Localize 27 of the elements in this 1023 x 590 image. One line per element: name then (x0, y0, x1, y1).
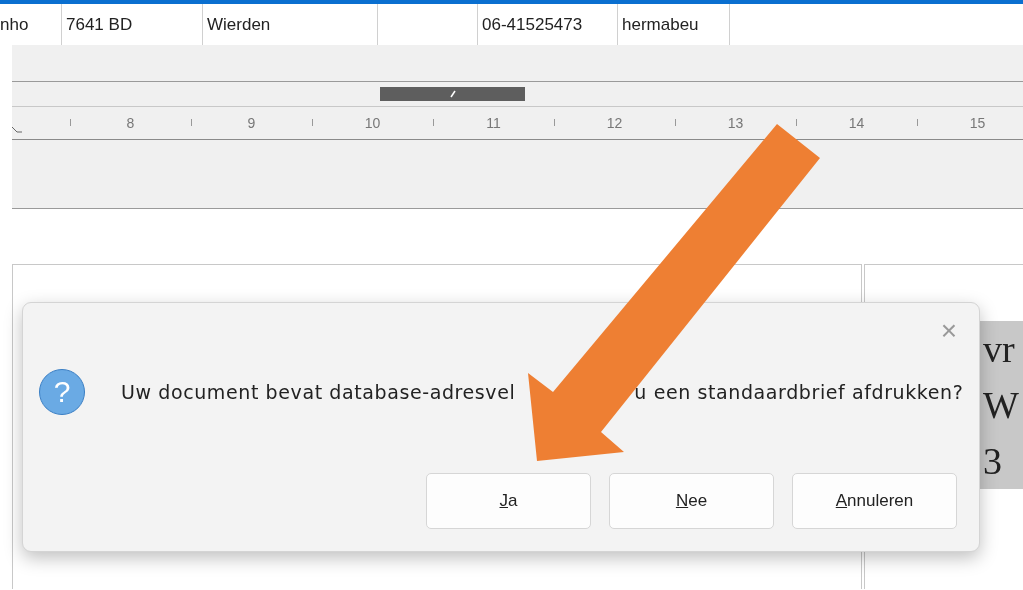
ruler-number: 13 (727, 115, 744, 131)
document-text: vr (983, 327, 1016, 372)
ruler-tick (433, 119, 434, 126)
ruler-tick (917, 119, 918, 126)
dialog-button[interactable]: Annuleren (792, 473, 957, 529)
ruler-number: 8 (126, 115, 135, 131)
document-text: 3 (983, 439, 1003, 484)
ruler-number: 10 (364, 115, 381, 131)
dialog-button[interactable]: Ja (426, 473, 591, 529)
ruler-number: 14 (848, 115, 865, 131)
ruler-tick (191, 119, 192, 126)
ruler-number: 11 (486, 115, 501, 131)
dialog-message: Uw document bevat database-adresvel (121, 381, 516, 403)
document-text: W (983, 383, 1020, 428)
dialog-button[interactable]: Nee (609, 473, 774, 529)
ruler-tick (554, 119, 555, 126)
ruler-number: 9 (247, 115, 256, 131)
ruler-number: 15 (969, 115, 986, 131)
grip-icon (448, 90, 457, 98)
scrollbar-thumb[interactable] (380, 87, 525, 101)
ruler-tick (312, 119, 313, 126)
ruler-number: 12 (606, 115, 623, 131)
question-icon: ? (39, 369, 85, 415)
ruler-tick (796, 119, 797, 126)
ruler-tick (675, 119, 676, 126)
ruler-tick (70, 119, 71, 126)
dialog-message: u een standaardbrief afdrukken? (634, 381, 964, 403)
